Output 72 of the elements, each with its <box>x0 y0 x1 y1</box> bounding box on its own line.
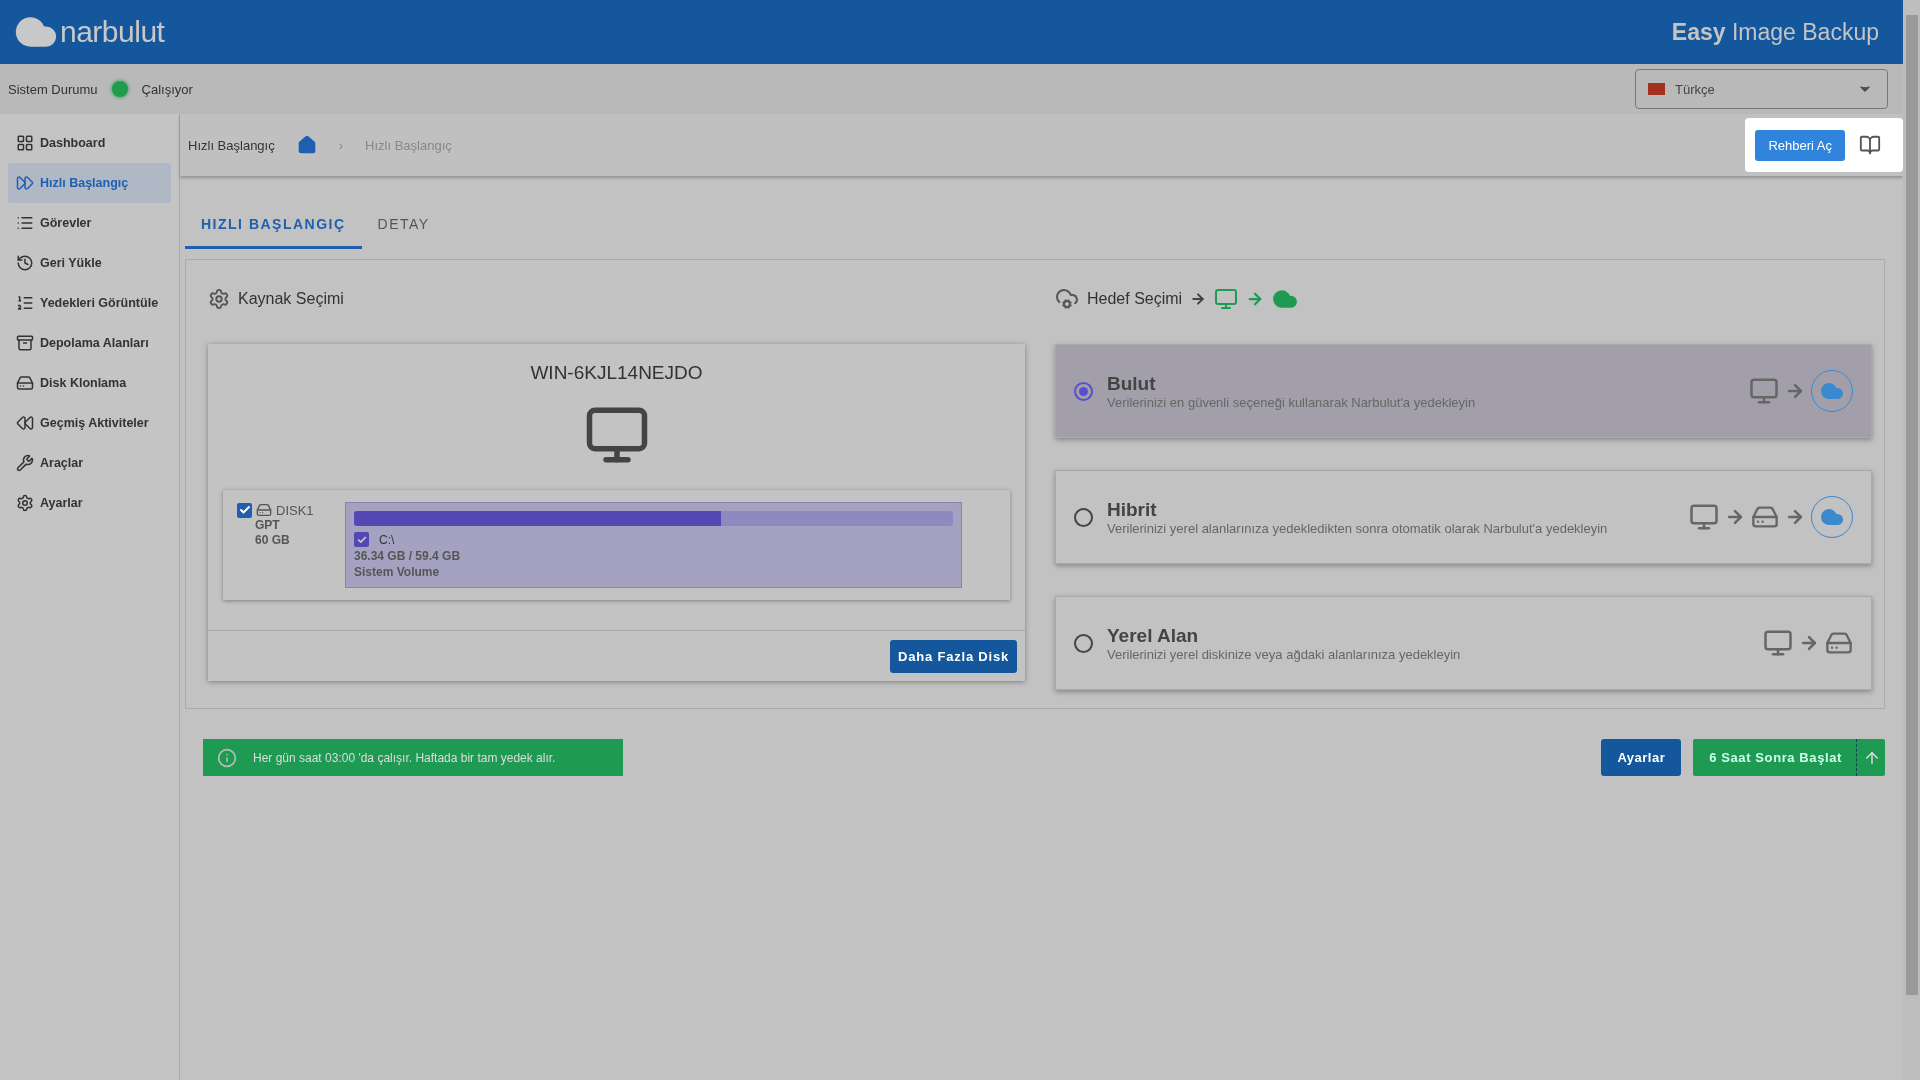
partition-card[interactable]: C:\ 36.34 GB / 59.4 GB Sistem Volume <box>345 502 962 588</box>
more-disks-button[interactable]: Daha Fazla Disk <box>890 640 1017 673</box>
section-heading: Kaynak Seçimi <box>238 290 344 308</box>
numbered-list-icon <box>16 294 34 312</box>
list-icon <box>16 214 34 232</box>
partition-usage: 36.34 GB / 59.4 GB <box>354 549 462 563</box>
product-title: Easy Image Backup <box>1671 18 1879 46</box>
monitor-icon <box>1689 502 1719 532</box>
option-description: Verilerinizi yerel diskinize veya ağdaki alanlarınıza yedekleyin <box>1107 646 1462 662</box>
home-icon[interactable] <box>296 135 317 155</box>
flag-icon <box>1648 83 1665 95</box>
backup-option[interactable]: Hibrit Verilerinizi yerel alanlarınıza yedekledikten sonra otomatik olarak Narbulut'a yedekleyin <box>1055 470 1872 564</box>
radio-button[interactable] <box>1074 507 1093 527</box>
disk-checkbox[interactable] <box>237 502 252 518</box>
sidebar-item[interactable]: Yedekleri Görüntüle <box>8 283 171 323</box>
hard-drive-icon <box>16 374 34 392</box>
fast-forward-icon <box>16 174 34 192</box>
sidebar-item[interactable]: Geri Yükle <box>8 243 171 283</box>
monitor-icon <box>1214 287 1239 311</box>
option-title: Yerel Alan <box>1107 624 1200 647</box>
schedule-text: Her gün saat 03:00 'da çalışır. Haftada bir tam yedek alır. <box>253 750 556 765</box>
settings-icon <box>16 494 34 512</box>
info-icon <box>217 747 237 768</box>
partition-style: GPT <box>254 518 281 533</box>
radio-dot <box>1079 386 1088 396</box>
open-guide-button[interactable]: Rehberi Aç <box>1755 129 1845 161</box>
tab[interactable]: HIZLI BAŞLANGIÇ <box>185 200 362 249</box>
partition-label: Sistem Volume <box>354 565 441 579</box>
sidebar-item[interactable]: Ayarlar <box>8 483 171 523</box>
radio-button[interactable] <box>1074 381 1093 401</box>
status-value: Çalışıyor <box>141 81 193 97</box>
partition-letter: C:\ <box>379 532 395 547</box>
sidebar-item[interactable]: Disk Klonlama <box>8 363 171 403</box>
rewind-icon <box>16 414 34 432</box>
page-title: Hızlı Başlangıç <box>188 137 275 153</box>
book-icon[interactable] <box>1859 134 1881 156</box>
cloud-sync-icon <box>1055 287 1079 311</box>
settings-icon <box>208 288 230 310</box>
option-title: Hibrit <box>1107 498 1158 521</box>
monitor-icon <box>1763 628 1793 658</box>
status-label: Sistem Durumu <box>8 81 98 97</box>
storage-icon <box>16 334 34 352</box>
scrollbar[interactable] <box>1903 0 1920 1080</box>
section-heading: Hedef Seçimi <box>1087 290 1183 308</box>
check-icon <box>356 534 367 545</box>
tab[interactable]: DETAY <box>361 200 446 249</box>
settings-button[interactable]: Ayarlar <box>1601 739 1682 776</box>
backup-option[interactable]: Yerel Alan Verilerinizi yerel diskinize veya ağdaki alanlarınıza yedekleyin <box>1055 596 1872 690</box>
restore-icon <box>16 254 34 272</box>
sidebar-item[interactable]: Geçmiş Aktiviteler <box>8 403 171 443</box>
monitor-icon <box>1749 376 1779 406</box>
wrench-icon <box>16 454 34 472</box>
sidebar-item[interactable]: Görevler <box>8 203 171 243</box>
breadcrumb-separator: › <box>338 137 344 153</box>
option-title: Bulut <box>1107 372 1157 395</box>
option-description: Verilerinizi yerel alanlarınıza yedekledikten sonra otomatik olarak Narbulut'a yedekleyin <box>1107 520 1609 536</box>
disk-size: 60 GB <box>254 533 291 548</box>
sidebar-item[interactable]: Depolama Alanları <box>8 323 171 363</box>
sidebar-item[interactable]: Dashboard <box>8 123 171 163</box>
hard-drive-icon <box>256 502 272 518</box>
partition-checkbox[interactable] <box>354 532 369 547</box>
radio-button[interactable] <box>1074 633 1093 653</box>
logo-text: narbulut <box>60 15 165 49</box>
disk-name: DISK1 <box>276 502 314 518</box>
sidebar-item[interactable]: Araçlar <box>8 443 171 483</box>
computer-name: WIN-6KJL14NEJDO <box>529 361 704 384</box>
check-icon <box>238 504 251 516</box>
option-description: Verilerinizi en güvenli seçeneği kullanarak Narbulut'a yedekleyin <box>1107 394 1477 410</box>
language-select[interactable]: Türkçe <box>1635 69 1888 109</box>
grid-icon <box>16 134 34 152</box>
breadcrumb-current: Hızlı Başlangıç <box>365 137 452 153</box>
backup-option[interactable]: Bulut Verilerinizi en güvenli seçeneği kullanarak Narbulut'a yedekleyin <box>1055 344 1872 438</box>
